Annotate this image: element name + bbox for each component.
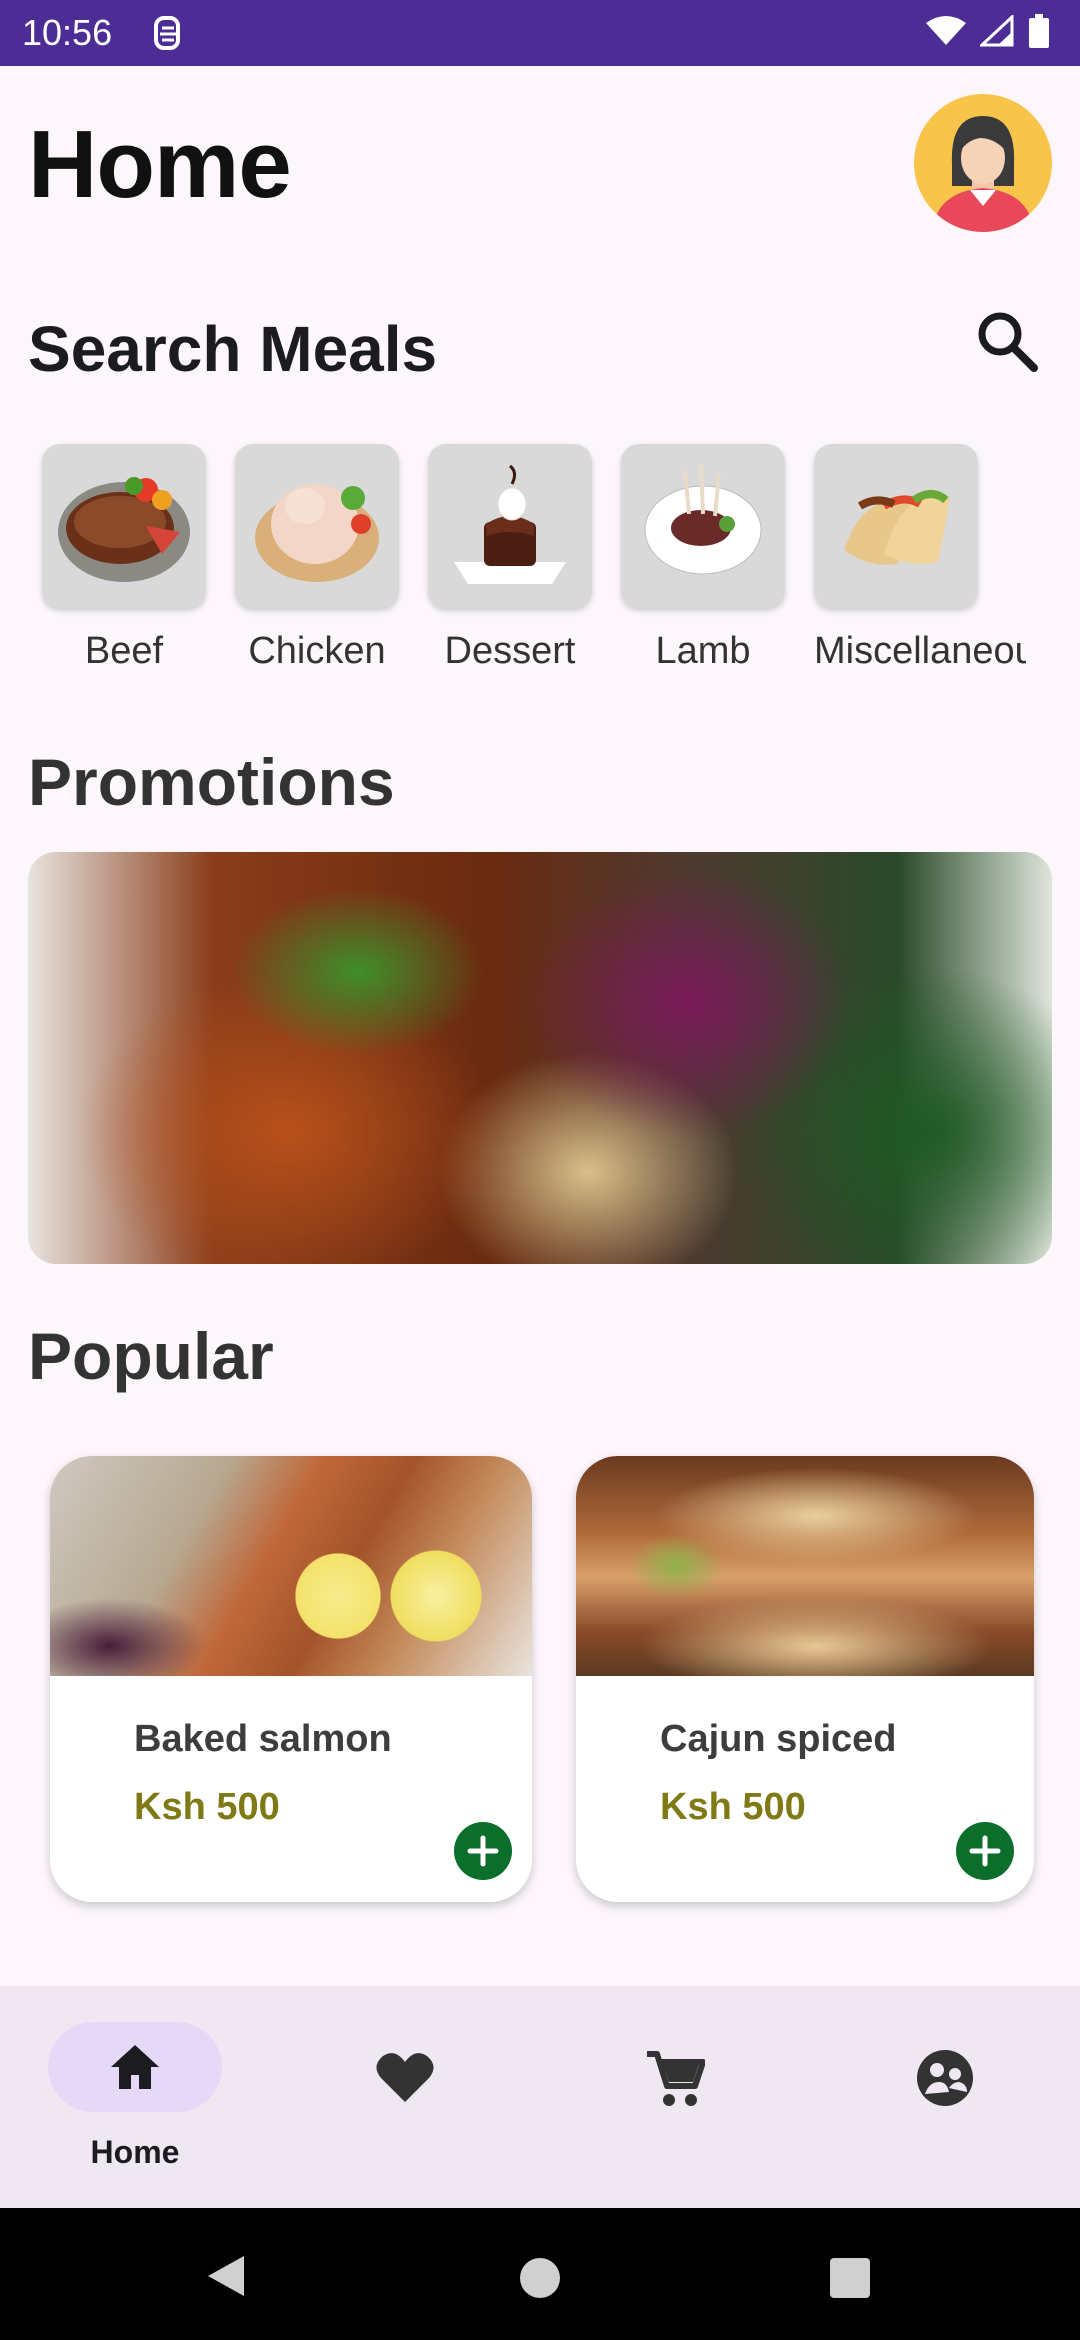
category-label: Miscellaneous [814,630,1026,672]
popular-item-card[interactable]: Cajun spiced Ksh 500 [576,1456,1034,1902]
promotions-title: Promotions [28,745,395,819]
popular-item-card[interactable]: Baked salmon Ksh 500 [50,1456,532,1902]
item-price: Ksh 500 [660,1786,806,1828]
category-label: Dessert [444,630,576,672]
add-to-cart-button[interactable] [454,1822,512,1880]
home-button-icon[interactable] [518,2256,562,2300]
nav-label: Home [90,2134,180,2170]
user-avatar-icon [932,116,1034,232]
cajun-spiced-image [576,1456,1034,1676]
category-beef[interactable]: Beef [42,444,206,673]
item-name: Baked salmon [134,1718,392,1760]
category-label: Chicken [248,630,386,672]
plus-icon [467,1835,499,1867]
notification-icon [154,16,180,50]
item-price: Ksh 500 [134,1786,280,1828]
category-chicken[interactable]: Chicken [235,444,399,673]
status-bar: 10:56 [0,0,1080,66]
recents-icon[interactable] [830,2258,870,2298]
dessert-image [428,444,592,608]
item-name: Cajun spiced [660,1718,897,1760]
category-miscellaneous[interactable]: Miscellaneous [814,444,1026,673]
promotion-banner-image[interactable] [28,852,1052,1264]
search-icon[interactable] [972,306,1044,378]
nav-item-favorites[interactable] [270,1986,540,2208]
plus-icon [969,1835,1001,1867]
lamb-image [621,444,785,608]
nav-active-indicator [48,2022,222,2112]
signal-icon [980,15,1014,47]
status-time: 10:56 [22,12,113,53]
system-navigation-bar [0,2208,1080,2340]
category-label: Beef [84,630,164,672]
popular-title: Popular [28,1319,274,1393]
category-list: Beef Chicken Dessert Lamb Miscellaneou [42,444,1042,673]
chicken-image [235,444,399,608]
cart-icon [647,2051,705,2106]
home-icon [111,2045,159,2089]
miscellaneous-image [814,444,978,608]
back-icon[interactable] [204,2254,248,2298]
battery-icon [1029,14,1049,48]
nav-item-home[interactable]: Home [0,1986,270,2208]
nav-item-cart[interactable] [540,1986,810,2208]
status-icons [926,14,1050,48]
page-title: Home [28,111,292,218]
bottom-navigation: Home [0,1986,1080,2208]
heart-icon [376,2053,434,2102]
nav-item-profile[interactable] [810,1986,1080,2208]
beef-image [42,444,206,608]
category-dessert[interactable]: Dessert [428,444,592,673]
wifi-icon [926,16,966,45]
category-label: Lamb [655,630,751,672]
category-lamb[interactable]: Lamb [621,444,785,673]
search-meals-title: Search Meals [28,313,438,385]
profile-icon [917,2050,973,2106]
avatar[interactable] [914,94,1052,232]
baked-salmon-image [50,1456,532,1676]
add-to-cart-button[interactable] [956,1822,1014,1880]
